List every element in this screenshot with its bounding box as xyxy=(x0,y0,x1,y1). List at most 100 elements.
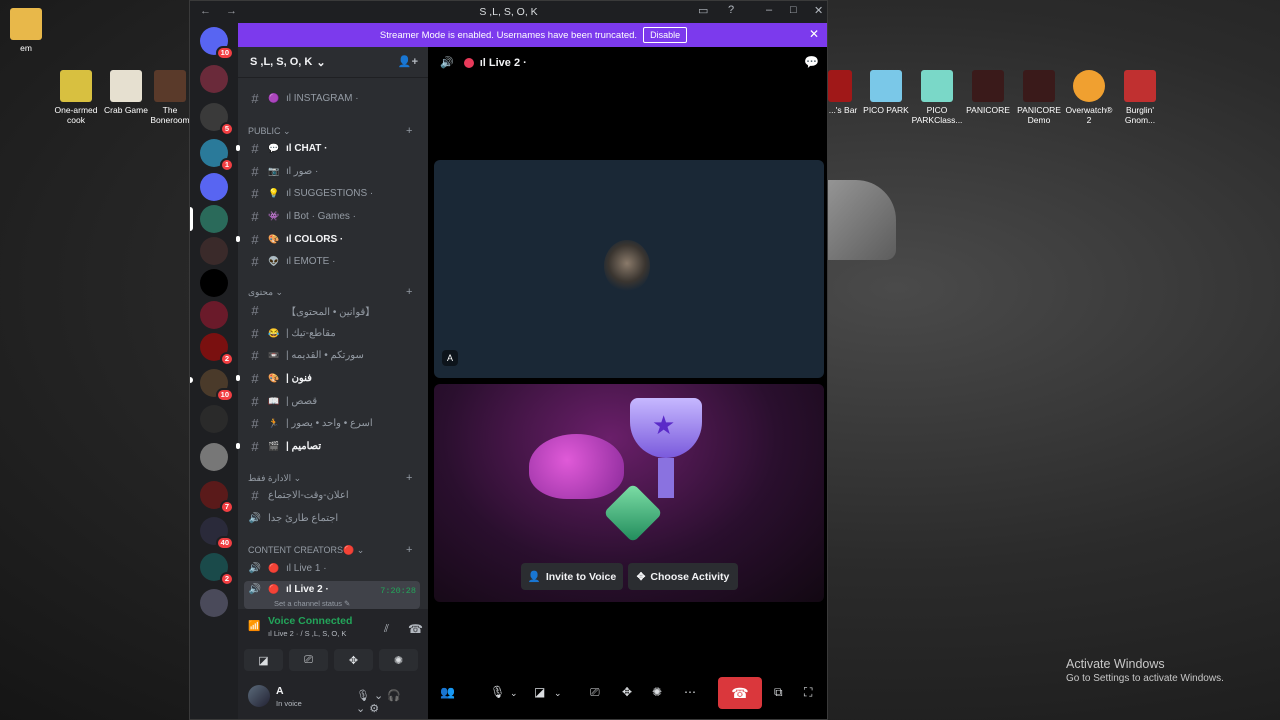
disconnect-icon[interactable]: ☎ xyxy=(408,622,423,636)
soundboard-button[interactable]: ✺ xyxy=(379,649,418,671)
disable-streamer-mode-button[interactable]: Disable xyxy=(643,27,688,43)
desktop-icon-panicore-demo[interactable]: PANICORE Demo xyxy=(1013,70,1065,125)
channel-instagram[interactable]: # 🟣 ıl INSTAGRAM · xyxy=(244,88,420,109)
channel-chat[interactable]: # 💬 ıl CHAT · xyxy=(236,138,420,159)
chevron-down-icon[interactable]: ⌄ xyxy=(374,690,387,702)
server-folder[interactable]: 10 xyxy=(200,369,234,402)
choose-activity-button[interactable]: ✥ Choose Activity xyxy=(628,563,738,590)
channel-suggestions[interactable]: # 💡 ıl SUGGESTIONS · xyxy=(244,183,420,204)
fullscreen-icon[interactable]: ⛶ xyxy=(804,685,812,700)
desktop-icon-bar[interactable]: ...'s Bar xyxy=(828,70,858,115)
server-header[interactable]: S ,L, S, O, K ⌄ 👤+ xyxy=(238,47,428,78)
chevron-down-icon[interactable]: ⌄ xyxy=(554,688,562,699)
desktop-icon-overwatch[interactable]: Overwatch® 2 xyxy=(1063,70,1115,125)
channel-stories[interactable]: # 📖 | قصص xyxy=(244,391,420,412)
hash-icon: # xyxy=(251,371,259,386)
channel-emote[interactable]: # 👽 ıl EMOTE · xyxy=(244,251,420,272)
desktop-icon-pico-park-classic[interactable]: PICO PARKClass... xyxy=(911,70,963,125)
server-icon[interactable]: 1 xyxy=(200,139,234,172)
voice-channel-urgent-meeting[interactable]: 🔊 اجتماع طارئ جدا xyxy=(244,508,420,529)
soundboard-icon[interactable]: ✺ xyxy=(652,685,662,699)
desktop-icon-burglin-gnomes[interactable]: Burglin' Gnom... xyxy=(1114,70,1166,125)
desktop-icon-crab-game[interactable]: Crab Game xyxy=(100,70,152,115)
create-channel-icon[interactable]: + xyxy=(406,544,412,556)
more-options-icon[interactable]: ⋯ xyxy=(684,685,696,699)
gear-icon[interactable]: ⚙ xyxy=(369,703,383,715)
activities-button[interactable]: ✥ xyxy=(334,649,373,671)
channel-content-rules[interactable]: # 【قوانين • المحتوى】 xyxy=(244,300,420,321)
desktop-icon-boneroom[interactable]: The Boneroom xyxy=(150,70,190,125)
desktop-icon-em[interactable]: em xyxy=(0,8,52,53)
desktop-icon-panicore[interactable]: PANICORE xyxy=(962,70,1014,115)
channel-colors[interactable]: # 🎨 ıl COLORS · xyxy=(236,229,420,250)
voice-connection-info[interactable]: 📶 Voice Connected ıl Live 2 · / S ,L, S,… xyxy=(248,615,352,638)
activities-icon: ✥ xyxy=(348,654,359,667)
direct-messages-button[interactable]: 10 xyxy=(200,27,234,60)
close-banner-icon[interactable]: ✕ xyxy=(809,27,819,41)
channel-meeting-time[interactable]: # اعلان-وقت-الاجتماع xyxy=(244,485,420,506)
help-icon[interactable]: ? xyxy=(728,4,734,16)
desktop-icon-pico-park[interactable]: PICO PARK xyxy=(860,70,912,115)
avatar[interactable] xyxy=(248,685,270,707)
create-channel-icon[interactable]: + xyxy=(406,125,412,137)
streamer-mode-banner: Streamer Mode is enabled. Usernames have… xyxy=(238,23,827,47)
server-icon[interactable] xyxy=(200,301,228,329)
disconnect-call-button[interactable]: ☎ xyxy=(718,677,762,709)
folder-icon[interactable] xyxy=(200,173,228,201)
microphone-icon[interactable]: 🎙 xyxy=(490,685,505,699)
channel-tiktok-clips[interactable]: # 😂 | مقاطع-تيك xyxy=(244,323,420,344)
server-folder[interactable] xyxy=(200,443,228,471)
category-content-creators[interactable]: CONTENT CREATORS🔴 ⌄ + xyxy=(248,544,412,556)
server-folder[interactable]: 5 xyxy=(200,103,234,136)
channel-old-photos[interactable]: # 📼 | سورتكم • القديمه xyxy=(244,345,420,366)
add-people-icon[interactable]: 👥 xyxy=(440,685,455,699)
voice-channel-live-2[interactable]: 🔊 🔴 ıl Live 2 · 7:20:28 Set a channel st… xyxy=(244,581,420,609)
chevron-down-icon[interactable]: ⌄ xyxy=(510,688,518,699)
category-content[interactable]: محتوى ⌄ + xyxy=(248,286,412,298)
voice-channel-live-1[interactable]: 🔊 🔴 ıl Live 1 · xyxy=(244,558,420,579)
set-channel-status[interactable]: Set a channel status ✎ xyxy=(274,599,350,608)
server-folder[interactable] xyxy=(200,589,228,617)
inbox-icon[interactable]: ▭ xyxy=(698,4,708,17)
unread-indicator xyxy=(236,375,240,381)
screen-share-icon[interactable]: ⎚ xyxy=(590,685,600,700)
server-icon[interactable] xyxy=(200,237,228,265)
hash-icon: # xyxy=(251,232,259,247)
channel-fastest-shooter[interactable]: # 🏃 | اسرع • واحد • يصور xyxy=(244,413,420,434)
create-channel-icon[interactable]: + xyxy=(406,286,412,298)
create-channel-icon[interactable]: + xyxy=(406,472,412,484)
maximize-button[interactable]: □ xyxy=(790,4,797,16)
server-icon[interactable]: 2 xyxy=(200,333,234,366)
activities-icon[interactable]: ✥ xyxy=(622,685,632,699)
server-icon[interactable] xyxy=(200,269,228,297)
minimize-button[interactable]: – xyxy=(766,4,772,16)
server-rail: 10 5 1 2 10 7 40 2 xyxy=(190,23,238,719)
participant-tile[interactable]: A xyxy=(434,160,824,378)
channel-arts[interactable]: # 🎨 | فنون xyxy=(236,368,420,389)
pop-out-icon[interactable]: ⧉ xyxy=(774,685,783,700)
channel-designs[interactable]: # 🎬 | تصاميم xyxy=(236,436,420,457)
chevron-down-icon[interactable]: ⌄ xyxy=(356,703,369,715)
server-folder[interactable]: 40 xyxy=(200,517,234,550)
channel-photos[interactable]: # 📷 ıl صور · xyxy=(244,161,420,182)
server-icon[interactable] xyxy=(200,65,228,93)
chat-bubble-icon[interactable]: 💬 xyxy=(804,55,819,69)
server-folder[interactable] xyxy=(200,405,228,433)
category-public[interactable]: PUBLIC ⌄ + xyxy=(248,125,412,137)
add-member-icon[interactable]: 👤+ xyxy=(398,55,418,68)
desktop-icon-one-armed-cook[interactable]: One-armed cook xyxy=(50,70,102,125)
headphones-icon[interactable]: 🎧 xyxy=(387,690,405,702)
server-icon-current[interactable] xyxy=(200,205,228,233)
invite-to-voice-button[interactable]: 👤 Invite to Voice xyxy=(521,563,623,590)
category-admin[interactable]: الادارة فقط ⌄ + xyxy=(248,472,412,484)
camera-off-button[interactable]: ◪ xyxy=(244,649,283,671)
noise-suppression-icon[interactable]: ⫽ xyxy=(384,623,389,636)
server-folder[interactable]: 2 xyxy=(200,553,234,586)
channel-bot-games[interactable]: # 👾 ıl Bot · Games · xyxy=(244,206,420,227)
server-folder[interactable]: 7 xyxy=(200,481,234,514)
microphone-icon[interactable]: 🎙 xyxy=(356,690,374,702)
user-panel[interactable]: A In voice 🎙⌄🎧⌄⚙ xyxy=(244,681,422,715)
close-window-button[interactable]: ✕ xyxy=(814,4,823,17)
screen-share-button[interactable]: ⎚ xyxy=(289,649,328,671)
camera-off-icon[interactable]: ◪ xyxy=(534,685,545,699)
